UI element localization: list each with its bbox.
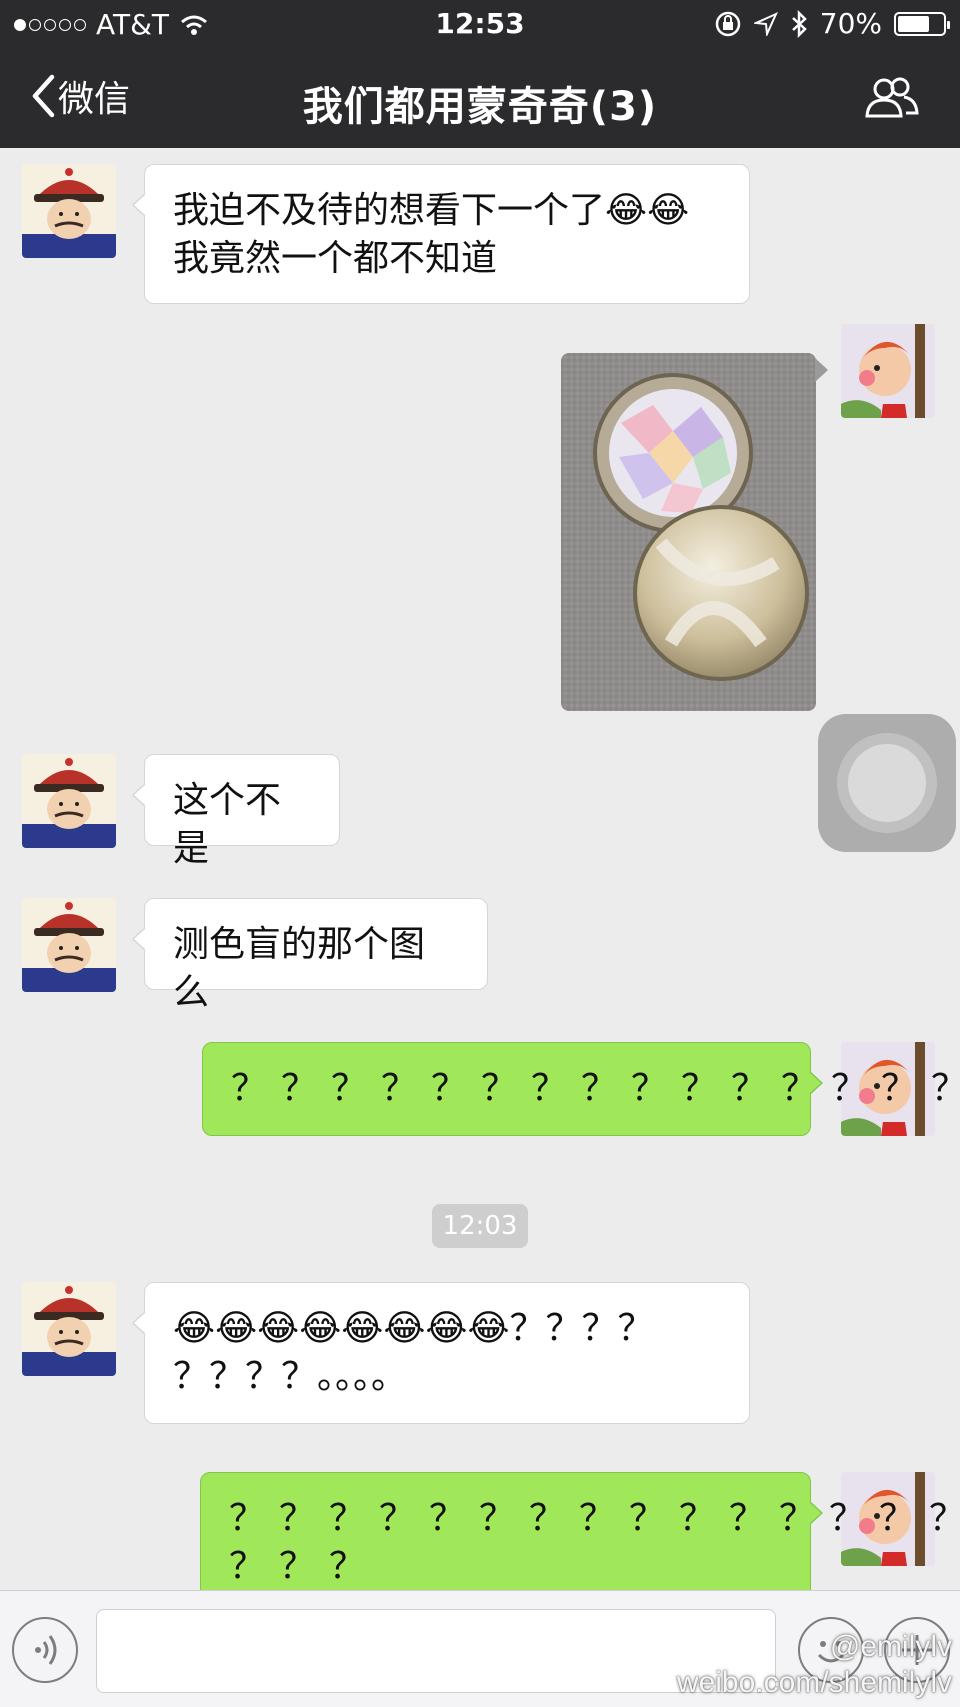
status-bar: AT&T 12:53 70% (0, 0, 960, 48)
message-bubble-sent[interactable]: ？？？？？？？？？？？？？？？ ？？？ (200, 1472, 960, 1590)
message-text: 😂😂😂😂😂😂😂😂？？？？ ？？？？。。。。 (173, 1308, 654, 1397)
message-text: 测色盲的那个图么 (173, 924, 426, 1013)
message-bubble-received[interactable]: 😂😂😂😂😂😂😂😂？？？？ ？？？？。。。。 (132, 1282, 750, 1424)
status-right: 70% (714, 7, 950, 40)
input-bar: @emilylv weibo.com/shemilylv (0, 1590, 960, 1707)
message-image[interactable] (561, 353, 816, 711)
group-members-button[interactable] (864, 76, 920, 124)
message-text: ？？？？？？？？？？？？？？？ (231, 1068, 960, 1109)
message-text: 这个不是 (173, 780, 282, 869)
message-text: 我迫不及待的想看下一个了😂😂 我竟然一个都不知道 (173, 190, 690, 279)
watermark-handle: @emilylv (829, 1630, 952, 1663)
avatar-self[interactable] (841, 324, 935, 418)
weibo-watermark: @emilylv weibo.com/shemilylv (677, 1629, 952, 1701)
group-members-icon (865, 77, 919, 118)
chat-title: 我们都用蒙奇奇(3) (302, 84, 658, 130)
avatar-friend[interactable] (22, 898, 116, 992)
battery-icon (894, 11, 950, 36)
timestamp-divider: 12:03 (432, 1204, 528, 1248)
message-bubble-received[interactable]: 测色盲的那个图么 (132, 898, 488, 1013)
message-bubble-sent[interactable]: ？？？？？？？？？？？？？？？ (202, 1042, 960, 1136)
avatar-friend[interactable] (22, 1282, 116, 1376)
location-icon (753, 11, 778, 36)
nav-bar: 微信 我们都用蒙奇奇(3) (0, 48, 960, 148)
avatar-friend[interactable] (22, 754, 116, 848)
watermark-url: weibo.com/shemilylv (676, 1666, 952, 1699)
voice-icon (35, 1635, 57, 1665)
message-text: ？？？？？？？？？？？？？？？ ？？？ (229, 1498, 960, 1587)
chat-area[interactable]: 我迫不及待的想看下一个了😂😂 我竟然一个都不知道 这个不是 测色盲的那个图么 ？… (0, 148, 960, 1590)
message-input[interactable] (96, 1609, 776, 1693)
battery-percent: 70% (819, 7, 882, 40)
image-bubble-tail (815, 358, 828, 382)
avatar-friend[interactable] (22, 164, 116, 258)
assistive-touch-button[interactable] (818, 714, 956, 852)
voice-button[interactable] (12, 1617, 78, 1683)
message-bubble-received[interactable]: 这个不是 (132, 754, 340, 869)
message-bubble-received[interactable]: 我迫不及待的想看下一个了😂😂 我竟然一个都不知道 (132, 164, 750, 304)
rotation-lock-icon (715, 11, 741, 36)
bluetooth-icon (791, 9, 807, 38)
